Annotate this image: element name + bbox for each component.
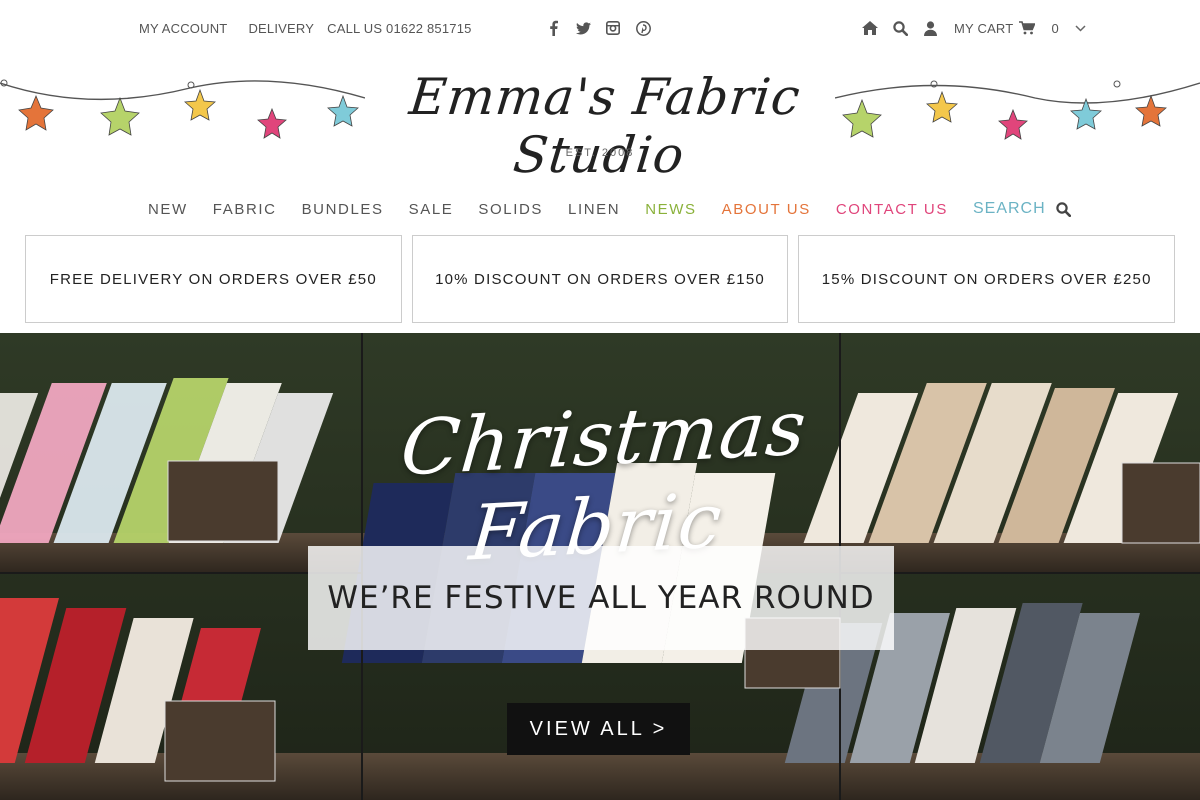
nav-new[interactable]: NEW [148,201,188,218]
user-icon[interactable] [922,19,938,37]
established-tagline: EST. 2008 [565,147,635,159]
site-logo[interactable]: Emma's Fabric Studio [386,68,818,184]
promo-10-discount[interactable]: 10% DISCOUNT ON ORDERS OVER £150 [411,235,789,323]
twitter-icon[interactable] [575,19,591,37]
nav-bundles[interactable]: BUNDLES [302,201,384,218]
pinterest-icon[interactable] [635,19,651,37]
social-links [545,19,651,37]
main-navigation: NEW FABRIC BUNDLES SALE SOLIDS LINEN NEW… [148,200,1072,218]
nav-linen[interactable]: LINEN [568,201,620,218]
search-icon[interactable] [892,19,908,37]
promo-free-delivery[interactable]: FREE DELIVERY ON ORDERS OVER £50 [25,235,402,323]
top-links: MY ACCOUNT DELIVERY CALL US 01622 851715 [139,21,493,36]
cart-count: 0 [1051,20,1059,36]
instagram-icon[interactable] [605,19,621,37]
nav-solids[interactable]: SOLIDS [478,201,543,218]
home-icon[interactable] [862,19,878,37]
view-all-button[interactable]: VIEW ALL > [507,703,690,755]
promo-15-discount[interactable]: 15% DISCOUNT ON ORDERS OVER £250 [798,235,1176,323]
account-cart-area: MY CART 0 [862,19,1089,37]
nav-news[interactable]: NEWS [645,201,696,218]
nav-contact-us[interactable]: CONTACT US [836,201,948,218]
chevron-down-icon[interactable] [1073,19,1089,37]
call-us-text[interactable]: CALL US 01622 851715 [327,21,471,36]
nav-about-us[interactable]: ABOUT US [722,201,811,218]
delivery-link[interactable]: DELIVERY [248,21,314,36]
promo-banners: FREE DELIVERY ON ORDERS OVER £50 10% DIS… [25,235,1176,323]
nav-search[interactable]: SEARCH [973,200,1046,218]
bunting-left-decoration [0,79,365,139]
top-utility-bar: MY ACCOUNT DELIVERY CALL US 01622 851715… [0,0,1200,60]
nav-fabric[interactable]: FABRIC [213,201,277,218]
nav-sale[interactable]: SALE [409,201,454,218]
my-account-link[interactable]: MY ACCOUNT [139,21,227,36]
hero-banner[interactable]: Christmas Fabric WE’RE FESTIVE ALL YEAR … [0,333,1200,800]
facebook-icon[interactable] [545,19,561,37]
nav-search-icon[interactable] [1055,201,1072,217]
cart-icon[interactable] [1019,19,1036,37]
bunting-right-decoration [835,80,1200,140]
hero-tagline: WE’RE FESTIVE ALL YEAR ROUND [308,546,894,650]
site-header: Emma's Fabric Studio EST. 2008 [0,58,1200,184]
my-cart-link[interactable]: MY CART [954,21,1013,36]
